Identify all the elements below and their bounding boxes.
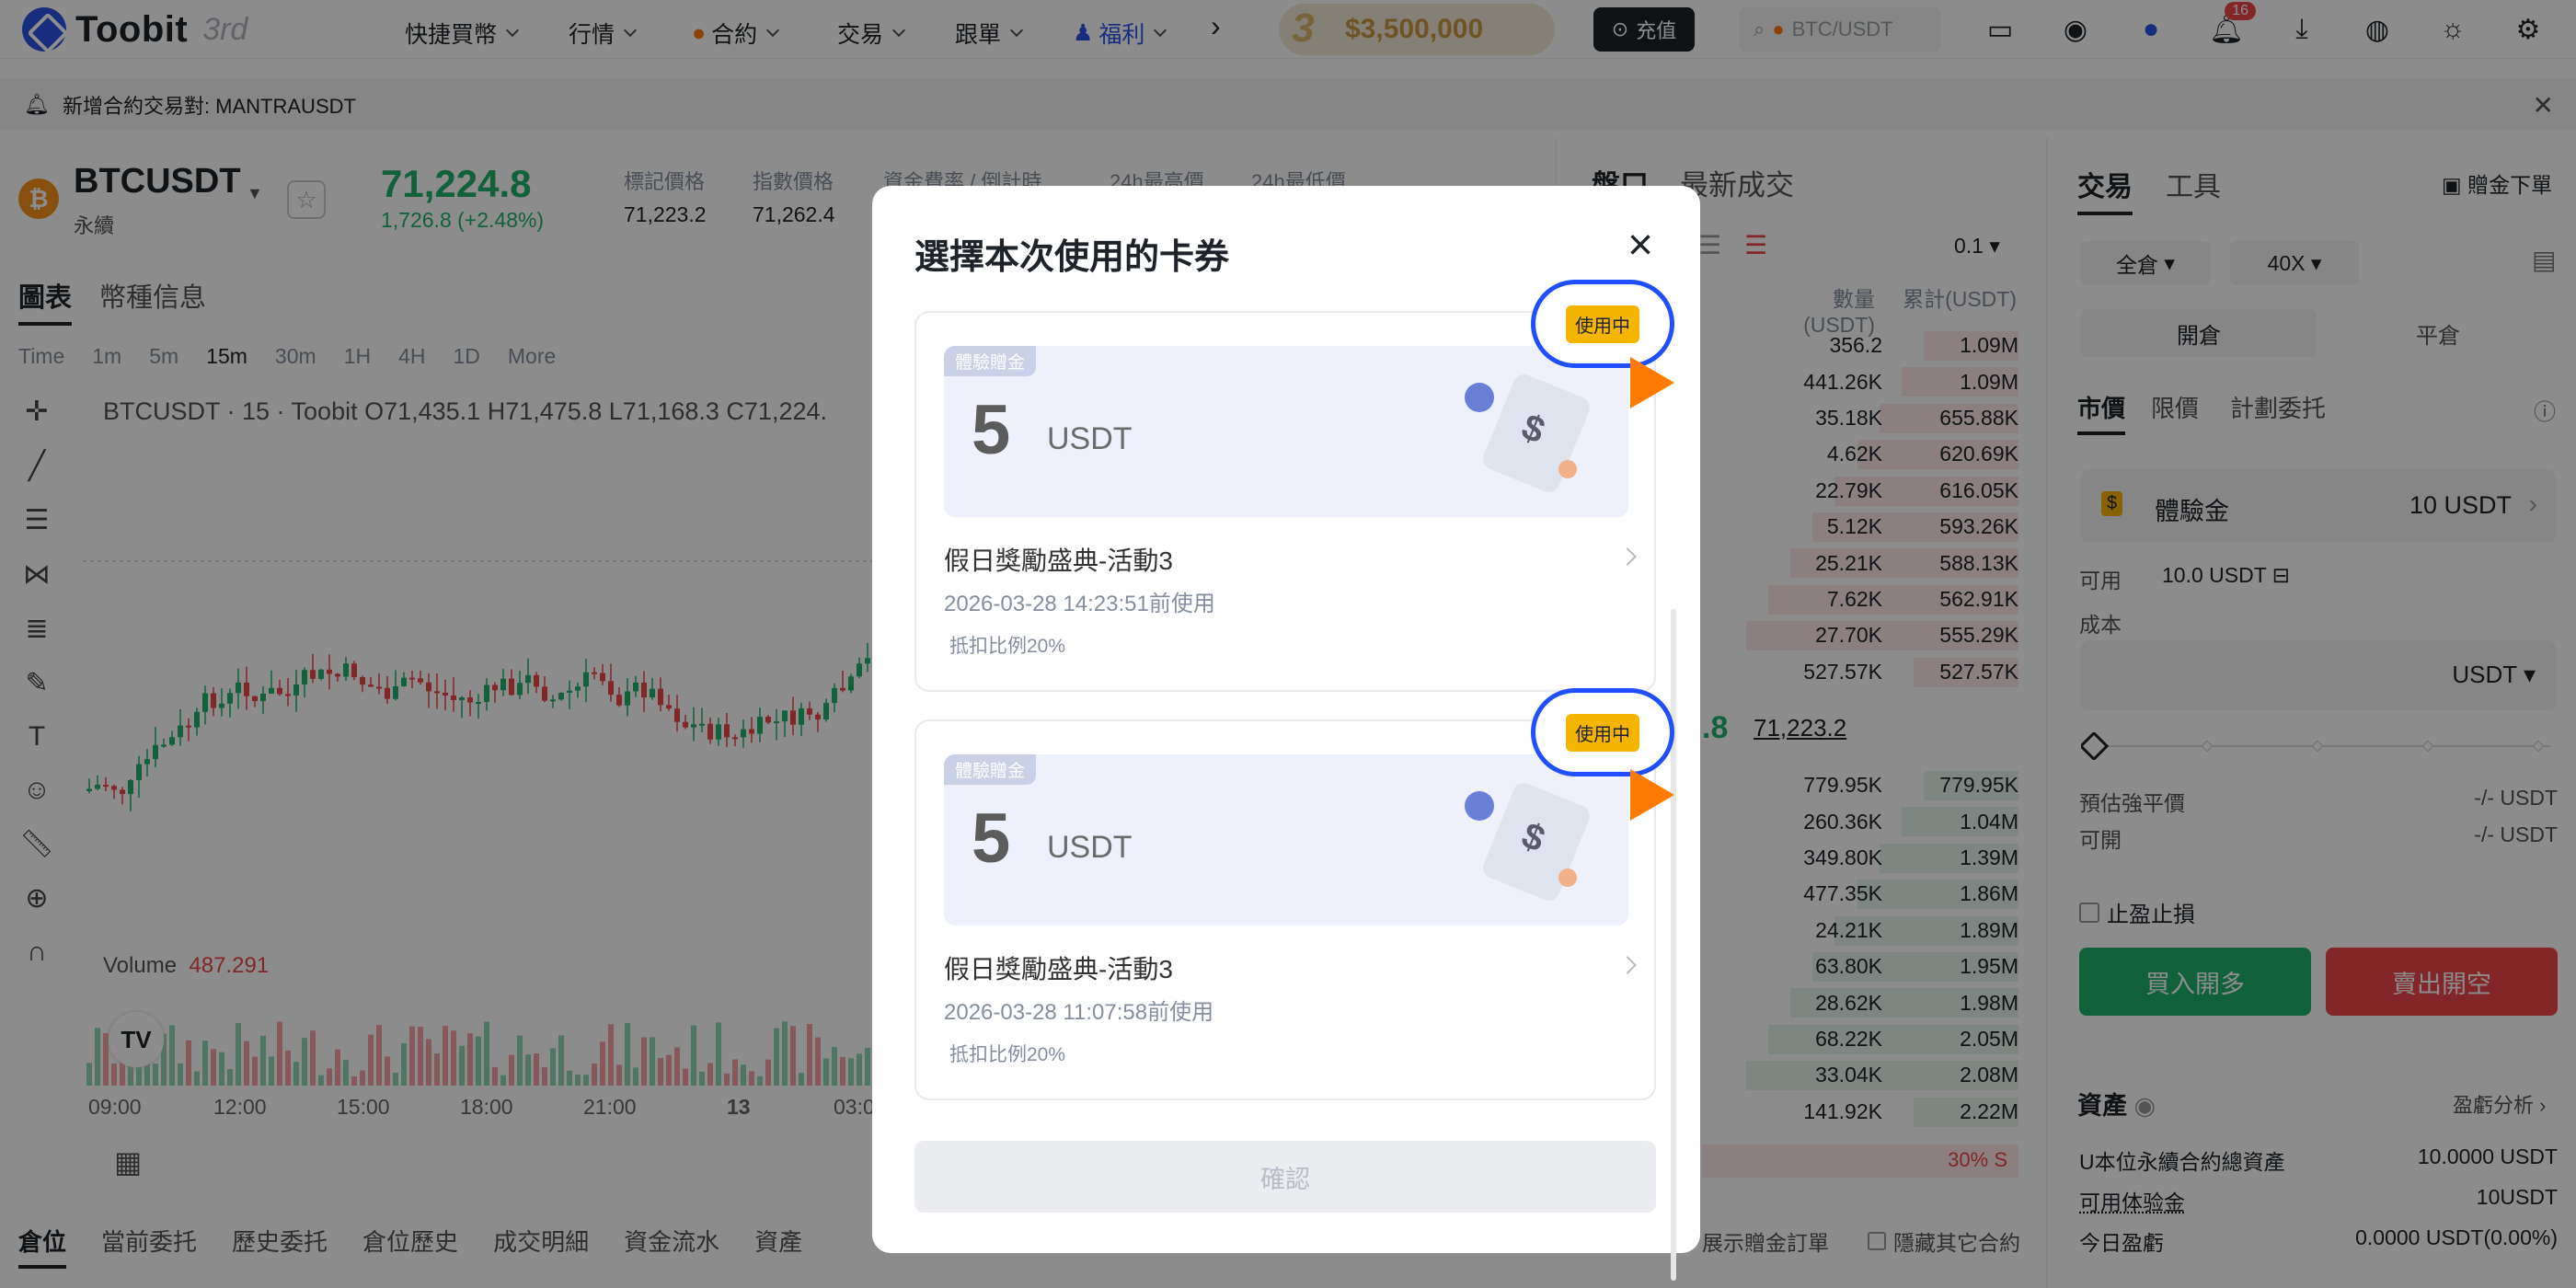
pointer-arrow-icon [1630,357,1674,408]
voucher-card[interactable]: 體驗贈金 5 USDT 假日獎勵盛典-活動3 2026-03-28 14:23:… [914,311,1656,692]
modal-title: 選擇本次使用的卡券 [914,238,1230,277]
voucher-name: 假日獎勵盛典-活動3 [944,546,1173,575]
voucher-card-banner: 體驗贈金 5 USDT [944,754,1628,926]
in-use-badge: 使用中 [1531,688,1674,776]
voucher-tag: 體驗贈金 [944,346,1037,376]
decor-dot-icon [1558,460,1577,478]
chevron-right-icon [1618,547,1637,566]
voucher-amount: 5 [972,391,1011,469]
confirm-button[interactable]: 確認 [914,1141,1656,1213]
chevron-right-icon [1618,956,1637,974]
voucher-ratio: 抵扣比例20% [949,1044,1066,1065]
in-use-label: 使用中 [1566,305,1639,343]
ticket-icon [1479,371,1593,496]
voucher-expiry: 2026-03-28 14:23:51前使用 [944,592,1215,616]
voucher-unit: USDT [1047,830,1133,865]
voucher-ratio: 抵扣比例20% [949,636,1066,657]
voucher-tag: 體驗贈金 [944,754,1037,785]
decor-dot-icon [1558,868,1577,887]
voucher-card-banner: 體驗贈金 5 USDT [944,346,1628,517]
pointer-arrow-icon [1630,769,1674,821]
decor-dot-icon [1465,383,1494,412]
voucher-unit: USDT [1047,421,1133,456]
in-use-label: 使用中 [1566,713,1639,752]
voucher-expiry: 2026-03-28 11:07:58前使用 [944,1000,1214,1025]
decor-dot-icon [1465,791,1494,821]
in-use-badge: 使用中 [1531,280,1674,368]
ticket-icon [1479,779,1593,904]
voucher-card[interactable]: 體驗贈金 5 USDT 假日獎勵盛典-活動3 2026-03-28 11:07:… [914,719,1656,1100]
voucher-name: 假日獎勵盛典-活動3 [944,955,1173,983]
close-icon[interactable]: × [1617,223,1663,269]
scrollbar[interactable] [1671,609,1676,1281]
voucher-amount: 5 [972,799,1011,878]
